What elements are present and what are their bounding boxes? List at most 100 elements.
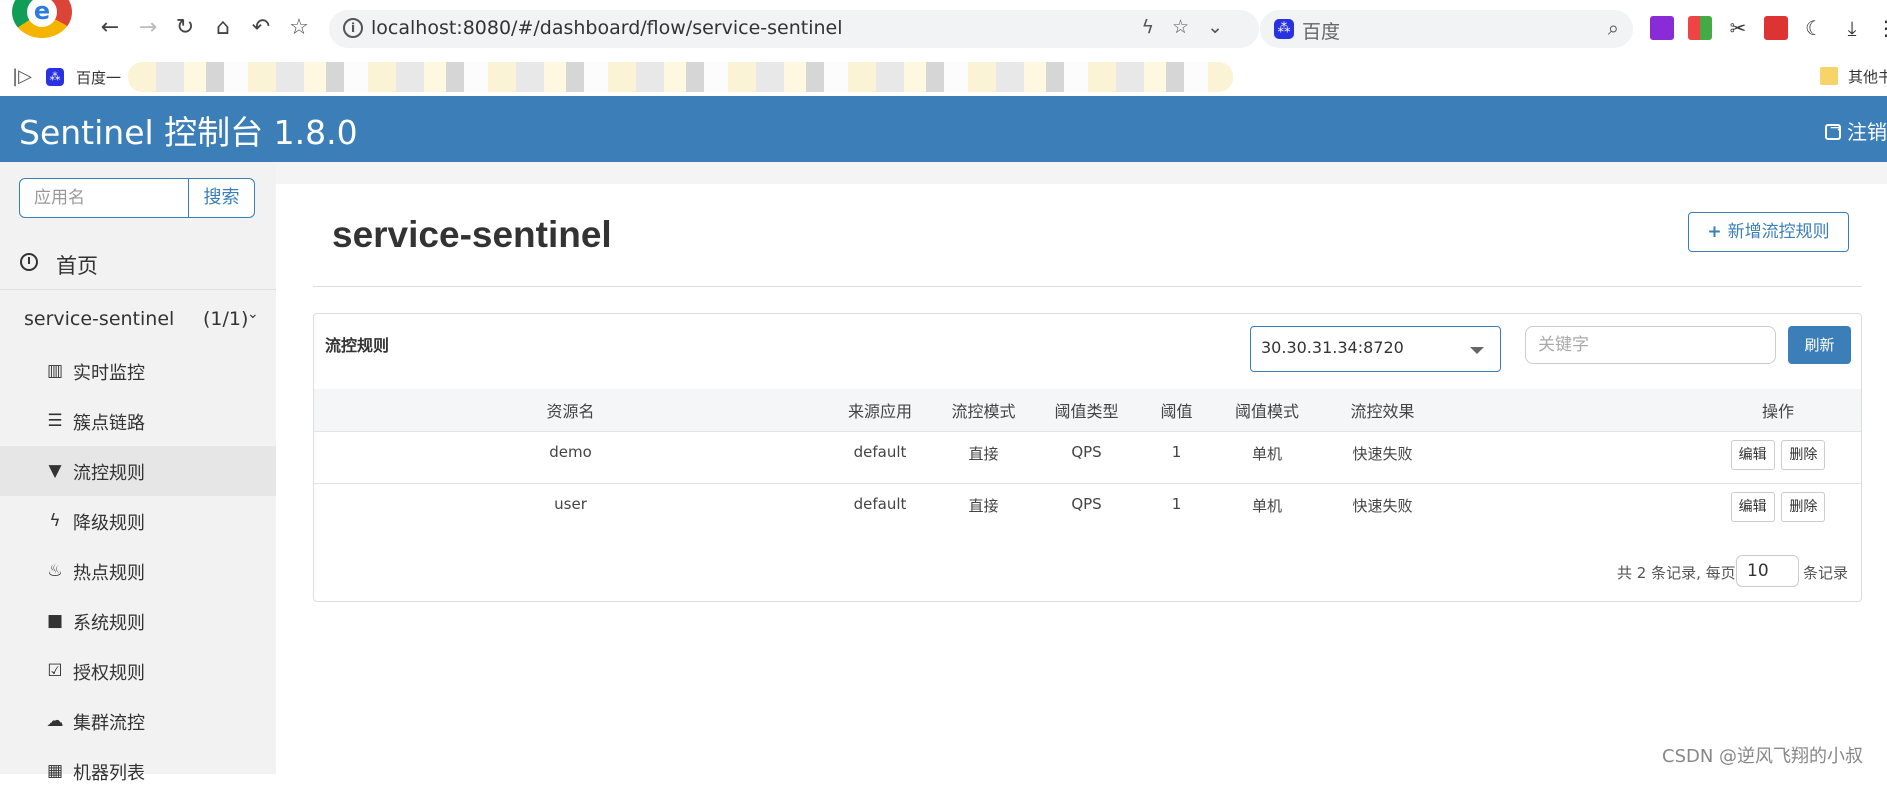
moon-icon[interactable]: ☾ [1802, 16, 1826, 40]
address-url[interactable]: localhost:8080/#/dashboard/flow/service-… [371, 17, 843, 39]
check-icon: ☑ [47, 661, 63, 681]
undo-icon[interactable]: ↶ [246, 13, 276, 43]
extension-apps-icon[interactable] [1688, 16, 1712, 40]
cell-mode: 直接 [968, 496, 999, 515]
menu-label: 集群流控 [73, 713, 145, 734]
folder-icon [1820, 67, 1838, 85]
column-header-effect: 流控效果 [1320, 389, 1445, 432]
csdn-watermark: CSDN @逆风飞翔的小叔 [1662, 746, 1864, 767]
bookmark-baidu[interactable]: 百度一 [76, 67, 121, 88]
menu-label: 机器列表 [73, 763, 145, 784]
pagination: 共 2 条记录, 每页 10 条记录 [314, 554, 1861, 588]
menu-label: 降级规则 [73, 513, 145, 534]
sidebar-item-realtime-monitor[interactable]: ▥ 实时监控 [0, 346, 276, 396]
list-icon: ☰ [47, 411, 63, 431]
flow-rules-table: 资源名 来源应用 流控模式 阈值类型 阈值 阈值模式 流控效果 操作 demo … [314, 389, 1861, 535]
app-title[interactable]: Sentinel 控制台 1.8.0 [19, 106, 358, 154]
address-bar[interactable]: i localhost:8080/#/dashboard/flow/servic… [329, 10, 1259, 48]
lock-icon: ■ [46, 611, 64, 631]
cell-origin: default [827, 431, 933, 484]
app-search-button[interactable]: 搜索 [188, 178, 255, 218]
favorite-star-icon[interactable]: ☆ [1172, 16, 1207, 38]
browser-toolbar: ← → ↻ ⌂ ↶ ☆ i localhost:8080/#/dashboard… [0, 0, 1887, 60]
browser-logo-icon [12, 0, 72, 38]
dropdown-chevron-icon[interactable]: ⌄ [1207, 16, 1241, 38]
grid-icon: ▦ [46, 761, 64, 781]
edit-button[interactable]: 编辑 [1730, 491, 1775, 522]
blurred-bookmarks [128, 62, 1233, 92]
sidebar-item-hot-param-rules[interactable]: ♨ 热点规则 [0, 546, 276, 596]
bar-chart-icon: ▥ [46, 361, 64, 381]
home-label: 首页 [56, 254, 98, 278]
machine-select[interactable]: 30.30.31.34:8720 [1250, 326, 1501, 372]
back-icon[interactable]: ← [95, 13, 125, 43]
menu-label: 热点规则 [73, 563, 145, 584]
table-row: demo default 直接 QPS 1 单机 快速失败 编辑 删除 [314, 431, 1861, 484]
address-actions[interactable]: ϟ☆⌄ [1141, 16, 1241, 38]
column-header-threshold: 阈值 [1139, 389, 1214, 432]
app-header: Sentinel 控制台 1.8.0 注销 [0, 96, 1887, 162]
forward-icon[interactable]: → [133, 13, 163, 43]
sidebar-item-system-rules[interactable]: ■ 系统规则 [0, 596, 276, 646]
pagination-suffix: 条记录 [1803, 564, 1849, 582]
menu-icon[interactable]: ⋮ [1876, 16, 1887, 40]
add-flow-rule-label: 新增流控规则 [1727, 222, 1830, 242]
sidebar-item-home[interactable]: 首页 [0, 238, 276, 290]
sidebar-item-cluster-flow[interactable]: ☁ 集群流控 [0, 696, 276, 746]
menu-label: 簇点链路 [73, 413, 145, 434]
home-page-icon[interactable]: ⌂ [208, 13, 238, 43]
plus-icon: + [1707, 222, 1722, 242]
app-search-input[interactable] [19, 178, 189, 218]
panel-title: 流控规则 [325, 336, 390, 355]
baidu-icon: ⁂ [1274, 19, 1294, 39]
reload-icon[interactable]: ↻ [170, 13, 200, 43]
cell-mode: 直接 [933, 431, 1034, 484]
main-content: service-sentinel + 新增流控规则 流控规则 30.30.31.3… [276, 162, 1887, 774]
sidebar-item-degrade-rules[interactable]: ϟ 降级规则 [0, 496, 276, 546]
cell-origin: default [853, 494, 907, 513]
cell-resource: user [554, 494, 587, 513]
download-icon[interactable]: ⤓ [1840, 16, 1864, 40]
add-flow-rule-button[interactable]: + 新增流控规则 [1688, 212, 1849, 252]
cell-threshold: 1 [1171, 494, 1182, 513]
bookmark-star-icon[interactable]: ☆ [284, 13, 314, 43]
lightning-icon[interactable]: ϟ [1141, 16, 1172, 38]
bookmark-other[interactable]: 其他书 [1848, 66, 1887, 87]
delete-button[interactable]: 删除 [1781, 439, 1826, 470]
site-info-icon[interactable]: i [343, 18, 363, 38]
pagination-total: 共 2 条记录, 每页 [1617, 564, 1736, 582]
magnifier-icon[interactable]: ⌕ [1608, 16, 1619, 40]
sidebar-item-flow-rules[interactable]: ▼ 流控规则 [0, 446, 276, 496]
logout-link[interactable]: 注销 [1825, 116, 1887, 145]
cell-actions: 编辑 删除 [1445, 431, 1861, 484]
flash-icon: ϟ [49, 511, 61, 531]
refresh-button[interactable]: 刷新 [1788, 326, 1851, 364]
table-row: user default 直接 QPS 1 单机 快速失败 编辑 删除 [314, 483, 1861, 535]
scissors-icon[interactable]: ✂ [1726, 16, 1750, 40]
cell-grade: QPS [1071, 494, 1102, 513]
keyword-search-input[interactable] [1525, 326, 1776, 364]
sidebar-toggle-icon[interactable]: |▷ [12, 66, 32, 87]
caret-down-icon [1470, 347, 1484, 354]
delete-button[interactable]: 删除 [1781, 491, 1826, 522]
divider [313, 286, 1862, 287]
cell-resource: demo [314, 431, 827, 484]
sidebar-app-group[interactable]: service-sentinel (1/1) ⌄ [0, 292, 276, 346]
content-top-strip [276, 162, 1887, 184]
menu-label: 实时监控 [73, 363, 145, 384]
column-header-cluster-mode: 阈值模式 [1214, 389, 1320, 432]
column-header-grade: 阈值类型 [1034, 389, 1139, 432]
sidebar-item-cluster-point[interactable]: ☰ 簇点链路 [0, 396, 276, 446]
column-header-mode: 流控模式 [933, 389, 1034, 432]
sidebar-item-authority-rules[interactable]: ☑ 授权规则 [0, 646, 276, 696]
cell-cluster-mode: 单机 [1214, 431, 1320, 484]
page-size-input[interactable]: 10 [1736, 555, 1799, 587]
cell-threshold: 1 [1139, 431, 1214, 484]
edit-button[interactable]: 编辑 [1730, 439, 1775, 470]
column-header-actions: 操作 [1445, 389, 1861, 432]
browser-search-box[interactable]: ⁂ 百度 ⌕ [1260, 10, 1633, 48]
pdf-icon[interactable] [1764, 16, 1788, 40]
flow-rules-panel: 流控规则 30.30.31.34:8720 刷新 资源名 来源应用 流控模式 阈… [313, 313, 1862, 602]
sidebar-item-machine-list[interactable]: ▦ 机器列表 [0, 746, 276, 796]
extension-rp-icon[interactable] [1650, 16, 1674, 40]
